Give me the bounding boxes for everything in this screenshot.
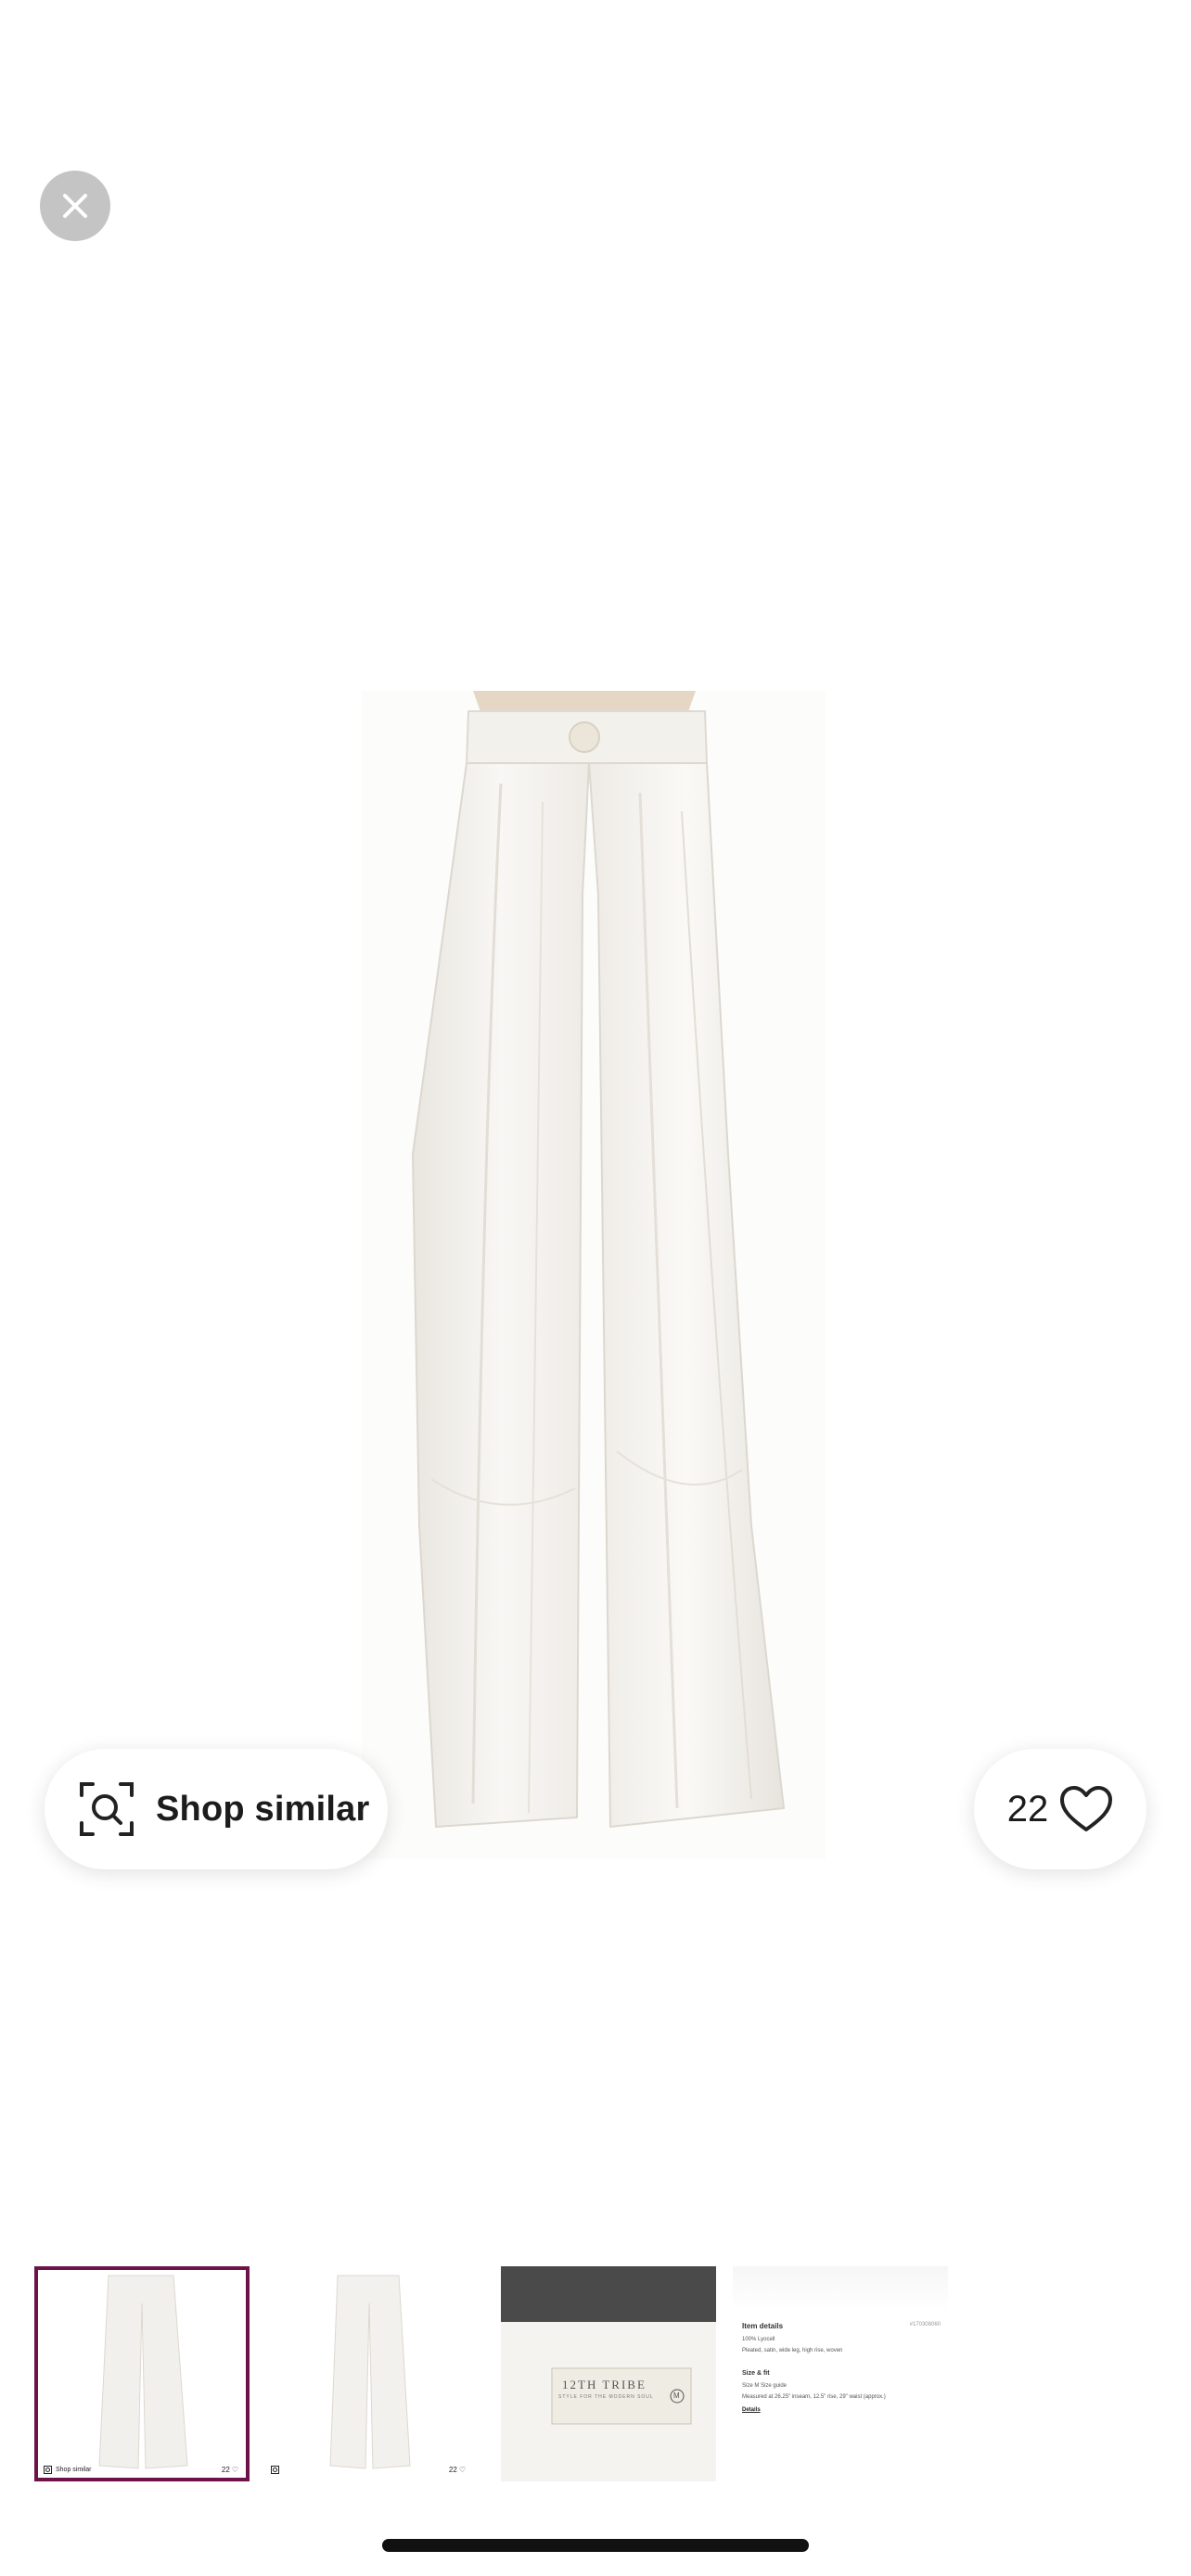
details-size-guide: Size M Size guide: [742, 2383, 788, 2389]
details-material: 100% Lyocell: [742, 2337, 775, 2342]
details-header-blur: [733, 2266, 948, 2311]
visual-search-icon: [80, 1782, 134, 1836]
thumbnail-front-view[interactable]: Shop similar 22 ♡: [34, 2266, 250, 2481]
thumbnail-like: 22 ♡: [222, 2466, 238, 2474]
details-size-heading: Size & fit: [742, 2370, 770, 2377]
thumbnail-like-count: 22: [221, 2466, 230, 2474]
thumbnail-like-count: 22: [448, 2466, 457, 2474]
details-link: Details: [742, 2407, 761, 2413]
home-indicator[interactable]: [382, 2539, 809, 2552]
brand-size: M: [673, 2391, 680, 2400]
heart-icon: ♡: [458, 2466, 466, 2474]
details-title: Item details: [742, 2322, 784, 2330]
product-photo: [362, 691, 826, 1859]
thumbnail-shop-similar: Shop similar: [44, 2466, 92, 2474]
heart-icon: ♡: [231, 2466, 238, 2474]
brand-name: 12TH TRIBE: [562, 2378, 647, 2391]
brand-tagline: STYLE FOR THE MODERN SOUL: [558, 2394, 654, 2400]
like-count: 22: [1006, 1788, 1049, 1830]
shop-similar-button[interactable]: Shop similar: [45, 1749, 388, 1869]
thumbnail-label-photo: [501, 2266, 716, 2481]
thumbnail-shop-label: Shop similar: [56, 2467, 92, 2473]
shop-similar-label: Shop similar: [156, 1789, 370, 1829]
close-button[interactable]: [40, 171, 110, 241]
details-item-id: #170308060: [909, 2322, 941, 2327]
visual-search-icon: [271, 2466, 279, 2474]
heart-icon: [1060, 1786, 1113, 1831]
thumbnail-shop-similar: [271, 2466, 279, 2474]
details-fade: [733, 2424, 948, 2481]
details-features: Pleated, satin, wide leg, high rise, wov…: [742, 2348, 843, 2353]
thumbnail-back-photo: [262, 2266, 477, 2481]
close-icon: [63, 194, 87, 218]
thumbnail-brand-label[interactable]: 12TH TRIBE STYLE FOR THE MODERN SOUL M: [501, 2266, 716, 2481]
thumbnail-like: 22 ♡: [449, 2466, 466, 2474]
thumbnail-front-photo: [34, 2266, 250, 2481]
like-button[interactable]: 22: [974, 1749, 1146, 1869]
details-measurements: Measured at 26.25" inseam, 12.5" rise, 2…: [742, 2394, 886, 2400]
visual-search-icon: [44, 2466, 52, 2474]
thumbnail-item-details[interactable]: Item details #170308060 100% Lyocell Ple…: [733, 2266, 948, 2481]
thumbnail-back-view[interactable]: 22 ♡: [262, 2266, 477, 2481]
